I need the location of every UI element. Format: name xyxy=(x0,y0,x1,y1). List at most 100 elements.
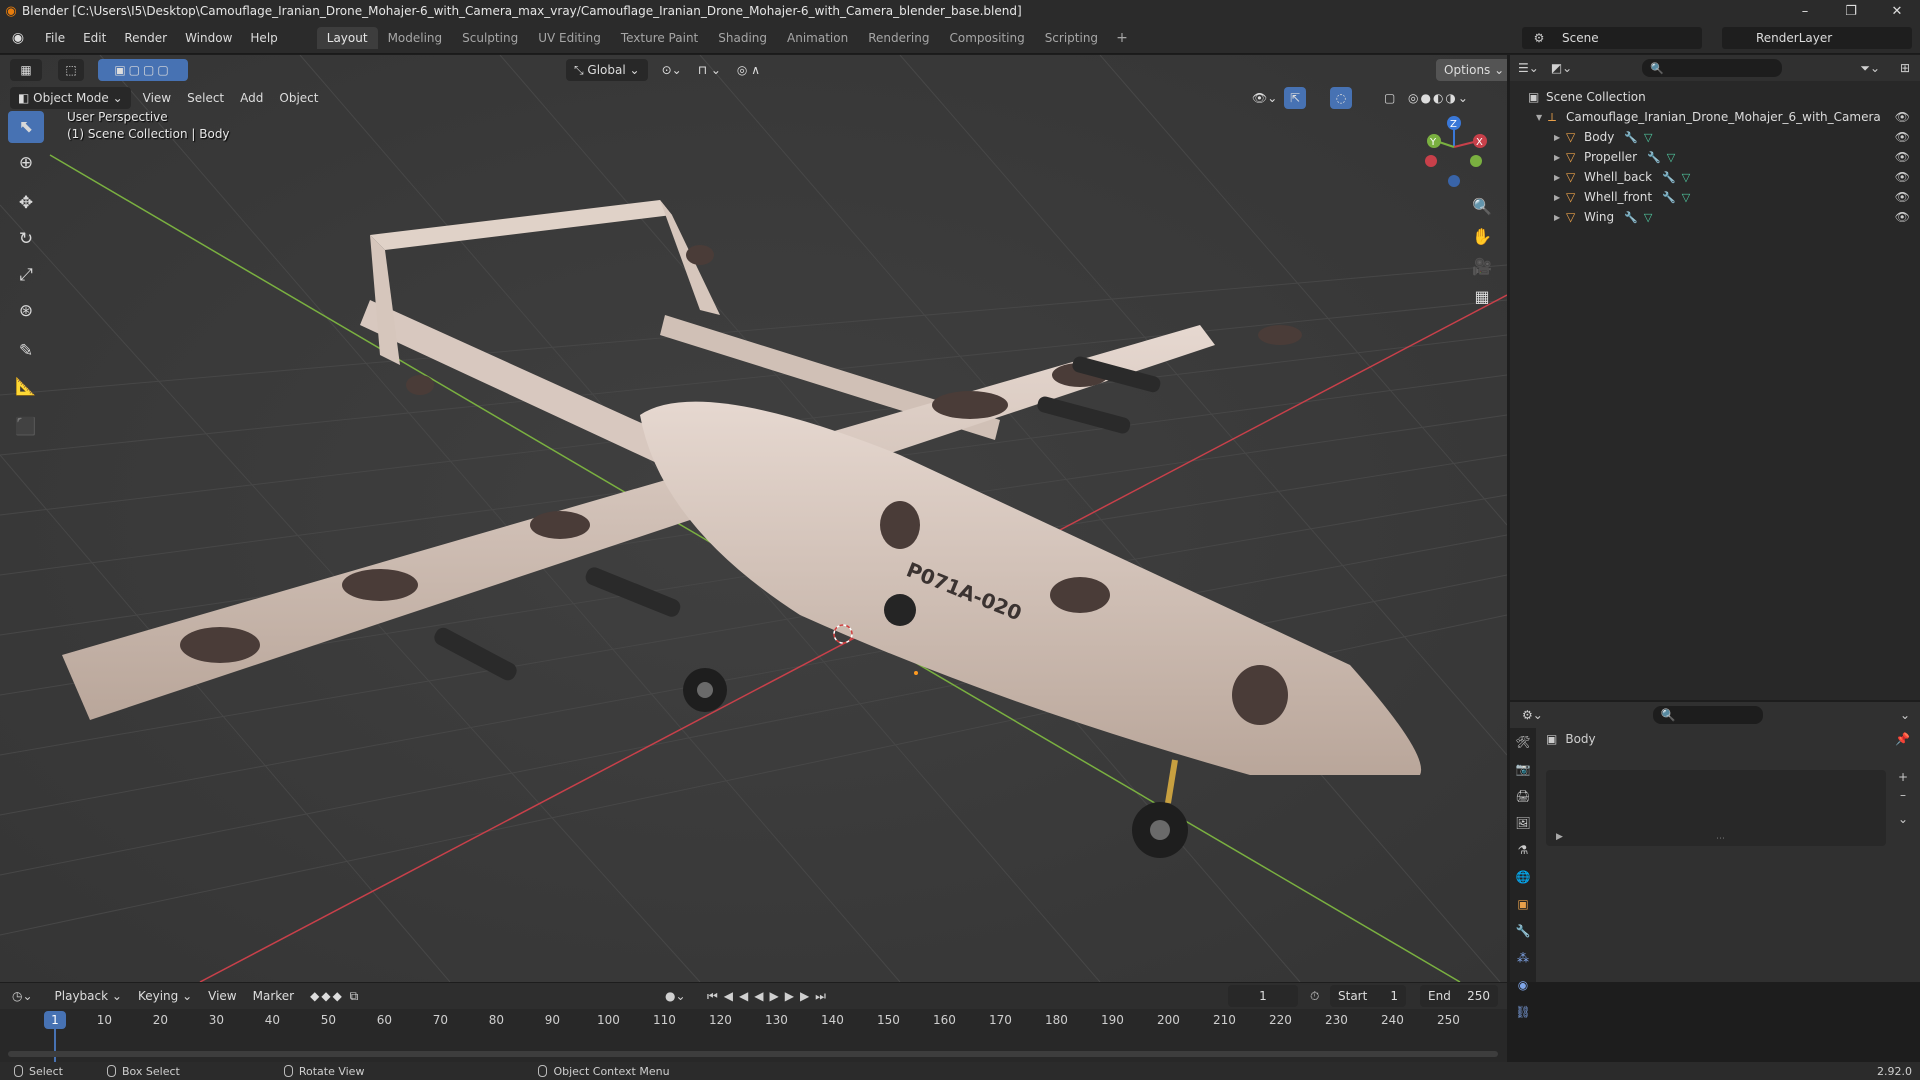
tab-sculpting[interactable]: Sculpting xyxy=(452,27,528,49)
viewport-menu-object[interactable]: Object xyxy=(271,91,326,105)
expand-arrow-icon[interactable]: ▶ xyxy=(1556,832,1563,842)
display-mode-icon[interactable]: ◩⌄ xyxy=(1551,61,1572,75)
visibility-eye-icon[interactable]: 👁 xyxy=(1895,190,1910,204)
annotate-tool-icon[interactable]: ✎ xyxy=(8,335,44,367)
frame-indicator[interactable]: 1 xyxy=(44,1011,66,1029)
measure-tool-icon[interactable]: 📐 xyxy=(8,371,44,403)
object-tab-icon[interactable]: ▣ xyxy=(1510,890,1536,917)
select-tool-icon[interactable]: ⬚ xyxy=(58,59,84,81)
resize-handle-icon[interactable]: ⋯ xyxy=(1716,834,1725,844)
selection-mode-buttons[interactable]: ▣▢▢▢ xyxy=(98,59,188,81)
tab-layout[interactable]: Layout xyxy=(316,26,378,49)
add-slot-button[interactable]: + xyxy=(1894,770,1912,788)
tab-shading[interactable]: Shading xyxy=(708,27,777,49)
outliner-item-body[interactable]: ▶ ▽ Body 🔧 ▽ 👁 xyxy=(1510,127,1920,147)
move-tool-icon[interactable]: ✥ xyxy=(8,187,44,219)
tab-uv-editing[interactable]: UV Editing xyxy=(528,27,611,49)
select-box-tool-icon[interactable]: ⬉ xyxy=(8,111,44,143)
material-slot-list[interactable]: ▶ ⋯ xyxy=(1546,770,1886,846)
tab-texture-paint[interactable]: Texture Paint xyxy=(611,27,708,49)
timeline-scrollbar[interactable] xyxy=(8,1051,1498,1057)
overlay-toggle-icon[interactable]: ◌ xyxy=(1330,87,1352,109)
transform-tool-icon[interactable]: ⊛ xyxy=(8,295,44,327)
visibility-eye-icon[interactable]: 👁 xyxy=(1895,170,1910,184)
scale-tool-icon[interactable]: ⤢ xyxy=(8,259,44,291)
timeline-editor-icon[interactable]: ◷⌄ xyxy=(12,989,33,1003)
pivot-point-icon[interactable]: ⊙⌄ xyxy=(654,63,690,77)
properties-search-input[interactable]: 🔍 xyxy=(1652,706,1763,724)
3d-viewport[interactable]: P071A-020 Z X Y ▦ ⬚ ▣▢▢▢ ⤡ Global ⌄ ⊙⌄ ⊓… xyxy=(0,55,1507,982)
menu-edit[interactable]: Edit xyxy=(74,22,115,54)
pan-hand-icon[interactable]: ✋ xyxy=(1466,222,1498,250)
mode-dropdown[interactable]: ◧ Object Mode ⌄ xyxy=(10,87,131,109)
tab-modeling[interactable]: Modeling xyxy=(378,27,453,49)
tab-rendering[interactable]: Rendering xyxy=(858,27,939,49)
tab-animation[interactable]: Animation xyxy=(777,27,858,49)
timeline-menu-marker[interactable]: Marker xyxy=(245,989,302,1003)
outliner-item-wing[interactable]: ▶ ▽ Wing 🔧 ▽ 👁 xyxy=(1510,207,1920,227)
pin-icon[interactable]: 📌 xyxy=(1895,732,1910,746)
zoom-icon[interactable]: 🔍 xyxy=(1466,192,1498,220)
timeline-menu-view[interactable]: View xyxy=(200,989,244,1003)
outliner-item-propeller[interactable]: ▶ ▽ Propeller 🔧 ▽ 👁 xyxy=(1510,147,1920,167)
rotate-tool-icon[interactable]: ↻ xyxy=(8,223,44,255)
gizmo-toggle-icon[interactable]: ⇱ xyxy=(1284,87,1306,109)
timeline-ruler[interactable]: 10 20 30 40 50 60 70 80 90 100 110 120 130 140 150 160 1… xyxy=(0,1009,1507,1031)
expand-arrow-icon[interactable]: ▶ xyxy=(1554,133,1566,142)
visibility-eye-icon[interactable]: 👁 xyxy=(1895,130,1910,144)
transform-orientation-dropdown[interactable]: ⤡ Global ⌄ xyxy=(566,59,648,81)
ortho-grid-icon[interactable]: ▦ xyxy=(1466,282,1498,310)
add-workspace-button[interactable]: + xyxy=(1108,30,1136,46)
filter-icon[interactable]: ⏷⌄ xyxy=(1860,61,1880,76)
proportional-editing-icon[interactable]: ◎ ∧ xyxy=(729,63,768,77)
minimize-button[interactable]: – xyxy=(1782,0,1828,22)
constraints-tab-icon[interactable]: ⛓ xyxy=(1510,998,1536,1025)
options-dropdown[interactable]: Options ⌄ xyxy=(1436,59,1507,81)
outliner-item-whell-front[interactable]: ▶ ▽ Whell_front 🔧 ▽ 👁 xyxy=(1510,187,1920,207)
playback-controls[interactable]: ⏮◀◀◀▶▶▶⏭ xyxy=(707,989,832,1004)
close-button[interactable]: ✕ xyxy=(1874,0,1920,22)
outliner-item-whell-back[interactable]: ▶ ▽ Whell_back 🔧 ▽ 👁 xyxy=(1510,167,1920,187)
camera-view-icon[interactable]: 🎥 xyxy=(1466,252,1498,280)
menu-help[interactable]: Help xyxy=(241,22,286,54)
tab-scripting[interactable]: Scripting xyxy=(1035,27,1108,49)
viewport-menu-add[interactable]: Add xyxy=(232,91,271,105)
new-collection-icon[interactable]: ⊞ xyxy=(1900,61,1910,75)
editor-type-button[interactable]: ▦ xyxy=(10,59,42,81)
render-tab-icon[interactable]: 📷 xyxy=(1510,755,1536,782)
start-frame-field[interactable]: Start 1 xyxy=(1330,985,1406,1007)
timeline-menu-playback[interactable]: Playback ⌄ xyxy=(47,989,130,1003)
slot-menu-button[interactable]: ⌄ xyxy=(1894,812,1912,834)
end-frame-field[interactable]: End 250 xyxy=(1420,985,1498,1007)
modifier-tab-icon[interactable]: 🔧 xyxy=(1510,917,1536,944)
properties-options-icon[interactable]: ⌄ xyxy=(1900,708,1910,722)
view-layer-tab-icon[interactable]: 🖼 xyxy=(1510,809,1536,836)
cursor-tool-icon[interactable]: ⊕ xyxy=(8,147,44,179)
particles-tab-icon[interactable]: ⁂ xyxy=(1510,944,1536,971)
preview-range-icon[interactable]: ⏱ xyxy=(1310,989,1319,1004)
expand-arrow-icon[interactable]: ▶ xyxy=(1554,153,1566,162)
world-tab-icon[interactable]: 🌐 xyxy=(1510,863,1536,890)
auto-keying-icon[interactable]: ●⌄ xyxy=(665,989,686,1003)
outliner-collection-row[interactable]: ▼ ⟂ Camouflage_Iranian_Drone_Mohajer_6_w… xyxy=(1510,107,1920,127)
remove-slot-button[interactable]: – xyxy=(1894,788,1912,806)
scene-tab-icon[interactable]: ⚗ xyxy=(1510,836,1536,863)
properties-editor-icon[interactable]: ⚙⌄ xyxy=(1522,708,1543,722)
expand-arrow-icon[interactable]: ▶ xyxy=(1554,173,1566,182)
outliner-scene-collection[interactable]: ▣ Scene Collection xyxy=(1510,87,1920,107)
snap-icon[interactable]: ⊓ ⌄ xyxy=(690,63,729,77)
menu-render[interactable]: Render xyxy=(115,22,176,54)
physics-tab-icon[interactable]: ◉ xyxy=(1510,971,1536,998)
visibility-eye-icon[interactable]: 👁 xyxy=(1895,210,1910,224)
expand-arrow-icon[interactable]: ▼ xyxy=(1536,113,1548,122)
output-tab-icon[interactable]: 🖨 xyxy=(1510,782,1536,809)
keyframe-icons[interactable]: ◆◆◆ ⧉ xyxy=(302,989,368,1004)
view-layer-selector[interactable]: RenderLayer xyxy=(1722,27,1912,49)
viewport-scene[interactable]: P071A-020 Z X Y xyxy=(0,55,1507,982)
menu-file[interactable]: File xyxy=(36,22,74,54)
viewport-menu-view[interactable]: View xyxy=(135,91,179,105)
expand-arrow-icon[interactable]: ▶ xyxy=(1554,213,1566,222)
viewport-menu-select[interactable]: Select xyxy=(179,91,232,105)
timeline-menu-keying[interactable]: Keying ⌄ xyxy=(130,989,200,1003)
visibility-icon[interactable]: 👁⌄ xyxy=(1244,91,1285,105)
